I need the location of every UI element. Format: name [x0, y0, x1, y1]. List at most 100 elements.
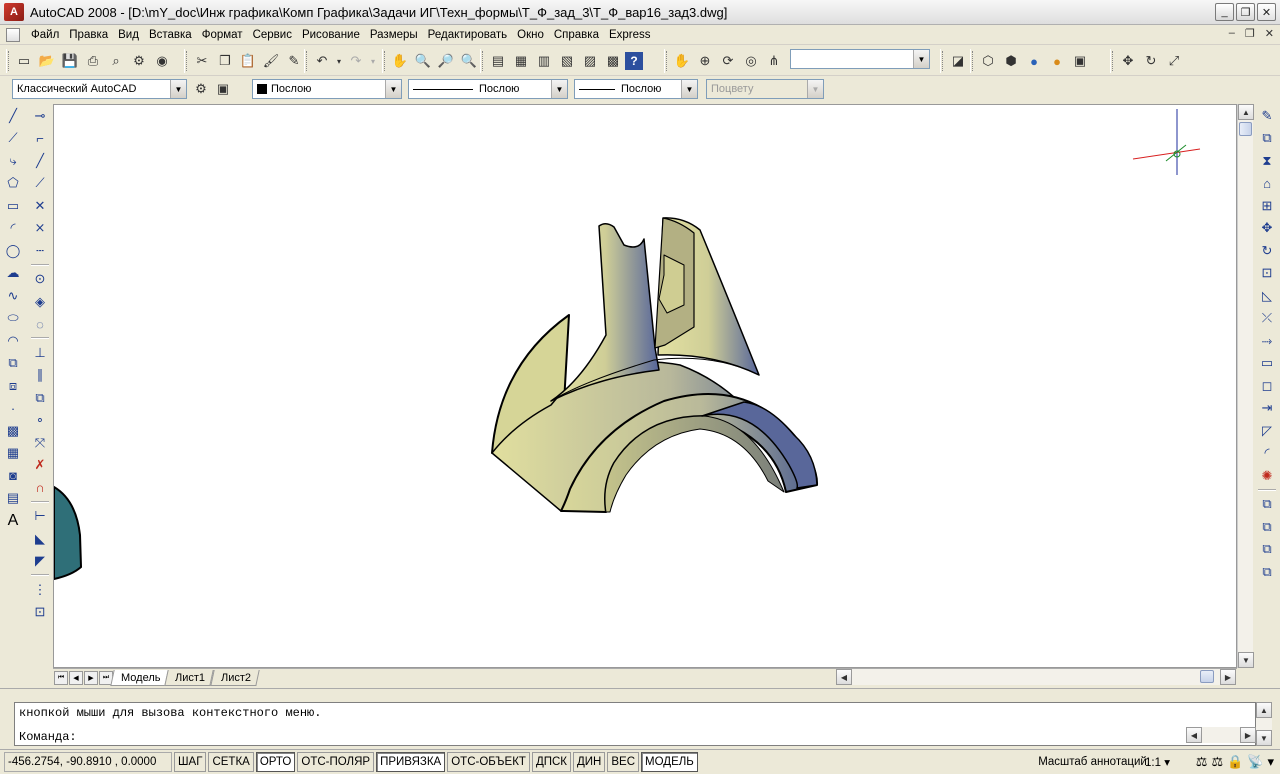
extend-icon[interactable]: ⤑	[1256, 330, 1278, 352]
communication-center-icon[interactable]: 📡	[1247, 754, 1263, 770]
baseline-dimension-icon[interactable]: ⋮	[29, 579, 51, 601]
properties-icon[interactable]: ▤	[487, 50, 509, 72]
hatch-icon[interactable]: ▩	[2, 420, 24, 442]
sheet-set-icon[interactable]: ▧	[556, 50, 578, 72]
restore-button[interactable]: ❐	[1236, 3, 1255, 21]
print-preview-icon[interactable]: ⌕	[105, 50, 127, 72]
3d-dwf-icon[interactable]: ◉	[151, 50, 173, 72]
save-icon[interactable]: 💾	[59, 50, 81, 72]
quick-dimension-icon[interactable]: ⊡	[29, 601, 51, 623]
copy-icon[interactable]: ❐	[214, 50, 236, 72]
make-block-icon[interactable]: ⧈	[2, 375, 24, 397]
annotation-visibility-icon[interactable]: ⚖	[1196, 754, 1208, 770]
snap-extension-icon[interactable]: ┄	[29, 240, 51, 262]
linetype-combo[interactable]: Послою ▼	[408, 79, 568, 99]
multiline-text-icon[interactable]: A	[2, 510, 24, 532]
zoom-window-icon[interactable]: 🔎	[435, 50, 457, 72]
rotate-icon[interactable]: ↻	[1140, 50, 1162, 72]
polygon-icon[interactable]: ⬠	[2, 172, 24, 194]
zoom-in-icon[interactable]: ⊕	[694, 50, 716, 72]
fillet-icon[interactable]: ◜	[1256, 442, 1278, 464]
menu-help[interactable]: Справка	[549, 29, 604, 41]
orbit-icon[interactable]: ⟳	[717, 50, 739, 72]
3d-model[interactable]	[491, 217, 819, 513]
document-icon[interactable]	[6, 27, 20, 42]
erase-icon[interactable]: ✎	[1256, 105, 1278, 127]
chamfer-icon[interactable]: ◸	[1256, 420, 1278, 442]
render-sphere-icon[interactable]: ●	[1046, 50, 1068, 72]
paste-icon[interactable]: 📋	[237, 50, 259, 72]
temporary-track-icon[interactable]: ⊸	[29, 105, 51, 127]
tab-model[interactable]: Модель	[110, 669, 170, 686]
region-icon[interactable]: ◙	[2, 465, 24, 487]
osnap-settings-icon[interactable]: ∩	[29, 477, 51, 499]
layer-icon[interactable]: ▣	[1069, 50, 1091, 72]
ellipse-icon[interactable]: ⬭	[2, 307, 24, 329]
tab-layout2[interactable]: Лист2	[209, 669, 260, 686]
scroll-up-icon[interactable]: ▲	[1256, 702, 1272, 718]
gradient-icon[interactable]: ▦	[2, 442, 24, 464]
menu-edit[interactable]: Правка	[64, 29, 113, 41]
polar-toggle[interactable]: ОТС-ПОЛЯР	[297, 752, 375, 772]
ortho-toggle[interactable]: ОРТО	[255, 752, 296, 772]
pan-icon[interactable]: ✋	[671, 50, 693, 72]
ducs-toggle[interactable]: ДПСК	[531, 752, 571, 772]
model-viewport[interactable]	[54, 105, 1237, 668]
doc-close-button[interactable]: ✕	[1265, 27, 1274, 40]
match-properties-icon[interactable]: 🖌	[260, 50, 282, 72]
camera-icon[interactable]: ◎	[740, 50, 762, 72]
chevron-down-icon[interactable]: ▼	[681, 80, 697, 98]
print-icon[interactable]: ⎙	[82, 50, 104, 72]
chevron-down-icon[interactable]: ▼	[170, 80, 186, 98]
send-under-icon[interactable]: ⧉	[1256, 561, 1278, 583]
color-combo[interactable]: Послою ▼	[252, 79, 402, 99]
snap-insert-icon[interactable]: ⧉	[29, 387, 51, 409]
walk-icon[interactable]: ⋔	[763, 50, 785, 72]
ucs-icon[interactable]: ⤢	[1163, 50, 1185, 72]
markup-icon[interactable]: ▨	[579, 50, 601, 72]
menu-view[interactable]: Вид	[113, 29, 144, 41]
chevron-down-icon[interactable]: ▼	[913, 50, 929, 68]
coordinate-readout[interactable]: -456.2754, -90.8910 , 0.0000	[4, 752, 172, 772]
doc-minimize-button[interactable]: –	[1229, 27, 1235, 40]
line-icon[interactable]: ╱	[2, 105, 24, 127]
command-box[interactable]: кнопкой мыши для вызова контекстного мен…	[14, 702, 1256, 746]
snap-from-icon[interactable]: ⌐	[29, 127, 51, 149]
command-prompt[interactable]: Команда:	[19, 730, 77, 744]
undo-icon[interactable]: ↶	[311, 50, 333, 72]
close-button[interactable]: ✕	[1257, 3, 1276, 21]
scroll-right-icon[interactable]: ▶	[1240, 727, 1256, 743]
minimize-button[interactable]: _	[1215, 3, 1234, 21]
ordinate-dimension-icon[interactable]: ◤	[29, 550, 51, 572]
scroll-left-icon[interactable]: ◀	[836, 669, 852, 685]
workspace-settings-icon[interactable]: ⚙	[190, 78, 212, 100]
rotate-object-icon[interactable]: ↻	[1256, 240, 1278, 262]
snap-endpoint-icon[interactable]: ╱	[29, 150, 51, 172]
aligned-dimension-icon[interactable]: ◣	[29, 528, 51, 550]
snap-none-icon[interactable]: ✗	[29, 454, 51, 476]
grid-toggle[interactable]: СЕТКА	[208, 752, 254, 772]
model-toggle[interactable]: МОДЕЛЬ	[641, 752, 698, 772]
linear-dimension-icon[interactable]: ⊢	[29, 505, 51, 527]
offset-icon[interactable]: ⌂	[1256, 172, 1278, 194]
snap-intersection-icon[interactable]: ✕	[29, 195, 51, 217]
vertical-scrollbar[interactable]: ▲ ▼	[1237, 104, 1254, 668]
zoom-previous-icon[interactable]: 🔍	[458, 50, 480, 72]
snap-tangent-icon[interactable]: ◌	[29, 313, 51, 335]
design-center-icon[interactable]: ▦	[510, 50, 532, 72]
lineweight-toggle[interactable]: ВЕС	[607, 752, 640, 772]
undo-dropdown-icon[interactable]: ▾	[334, 50, 344, 72]
scroll-down-icon[interactable]: ▼	[1256, 730, 1272, 746]
snap-perpendicular-icon[interactable]: ⊥	[29, 342, 51, 364]
bring-above-icon[interactable]: ⧉	[1256, 538, 1278, 560]
open-icon[interactable]: 📂	[36, 50, 58, 72]
tray-settings-icon[interactable]: ▾	[1267, 754, 1274, 770]
quickcalc-icon[interactable]: ▩	[602, 50, 624, 72]
scroll-right-icon[interactable]: ▶	[1220, 669, 1236, 685]
arc-icon[interactable]: ◜	[2, 217, 24, 239]
wireframe-box-icon[interactable]: ⬢	[1000, 50, 1022, 72]
scale-icon[interactable]: ⊡	[1256, 262, 1278, 284]
menu-express[interactable]: Express	[604, 29, 656, 41]
menu-insert[interactable]: Вставка	[144, 29, 197, 41]
next-tab-icon[interactable]: ▶	[84, 670, 98, 685]
